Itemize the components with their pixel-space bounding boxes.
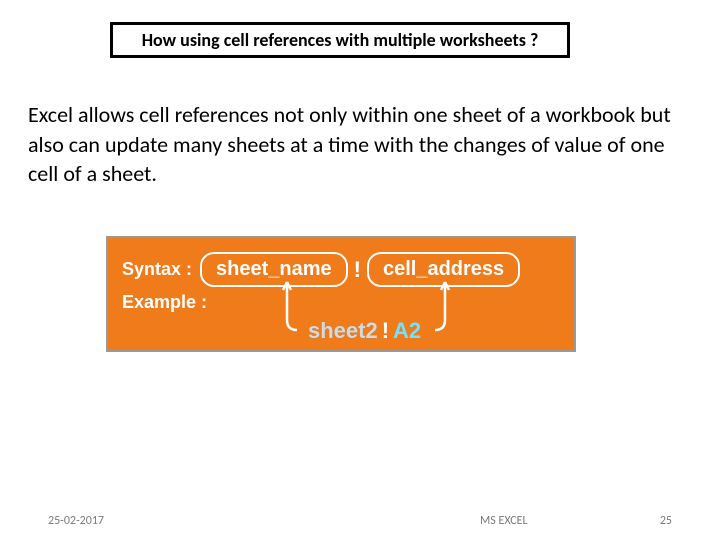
sheet-name-token: sheet_name <box>200 252 348 287</box>
connector-arrow-right-icon <box>434 280 456 334</box>
syntax-diagram: Syntax : sheet_name ! cell_address Examp… <box>106 236 576 352</box>
example-separator: ! <box>382 318 389 344</box>
footer-title: MS EXCEL <box>480 514 528 528</box>
example-cell-address: A2 <box>393 318 421 344</box>
syntax-row: Syntax : sheet_name ! cell_address <box>122 252 560 287</box>
example-label: Example : <box>122 292 207 313</box>
syntax-label: Syntax : <box>122 259 192 280</box>
example-value: sheet2 ! A2 <box>308 318 421 344</box>
separator-bang: ! <box>354 257 361 283</box>
connector-arrow-left-icon <box>276 280 298 334</box>
page-title: How using cell references with multiple … <box>110 22 570 58</box>
body-paragraph: Excel allows cell references not only wi… <box>28 100 688 189</box>
example-sheet-name: sheet2 <box>308 318 378 344</box>
footer-page-number: 25 <box>660 514 672 528</box>
footer-date: 25-02-2017 <box>48 514 104 528</box>
